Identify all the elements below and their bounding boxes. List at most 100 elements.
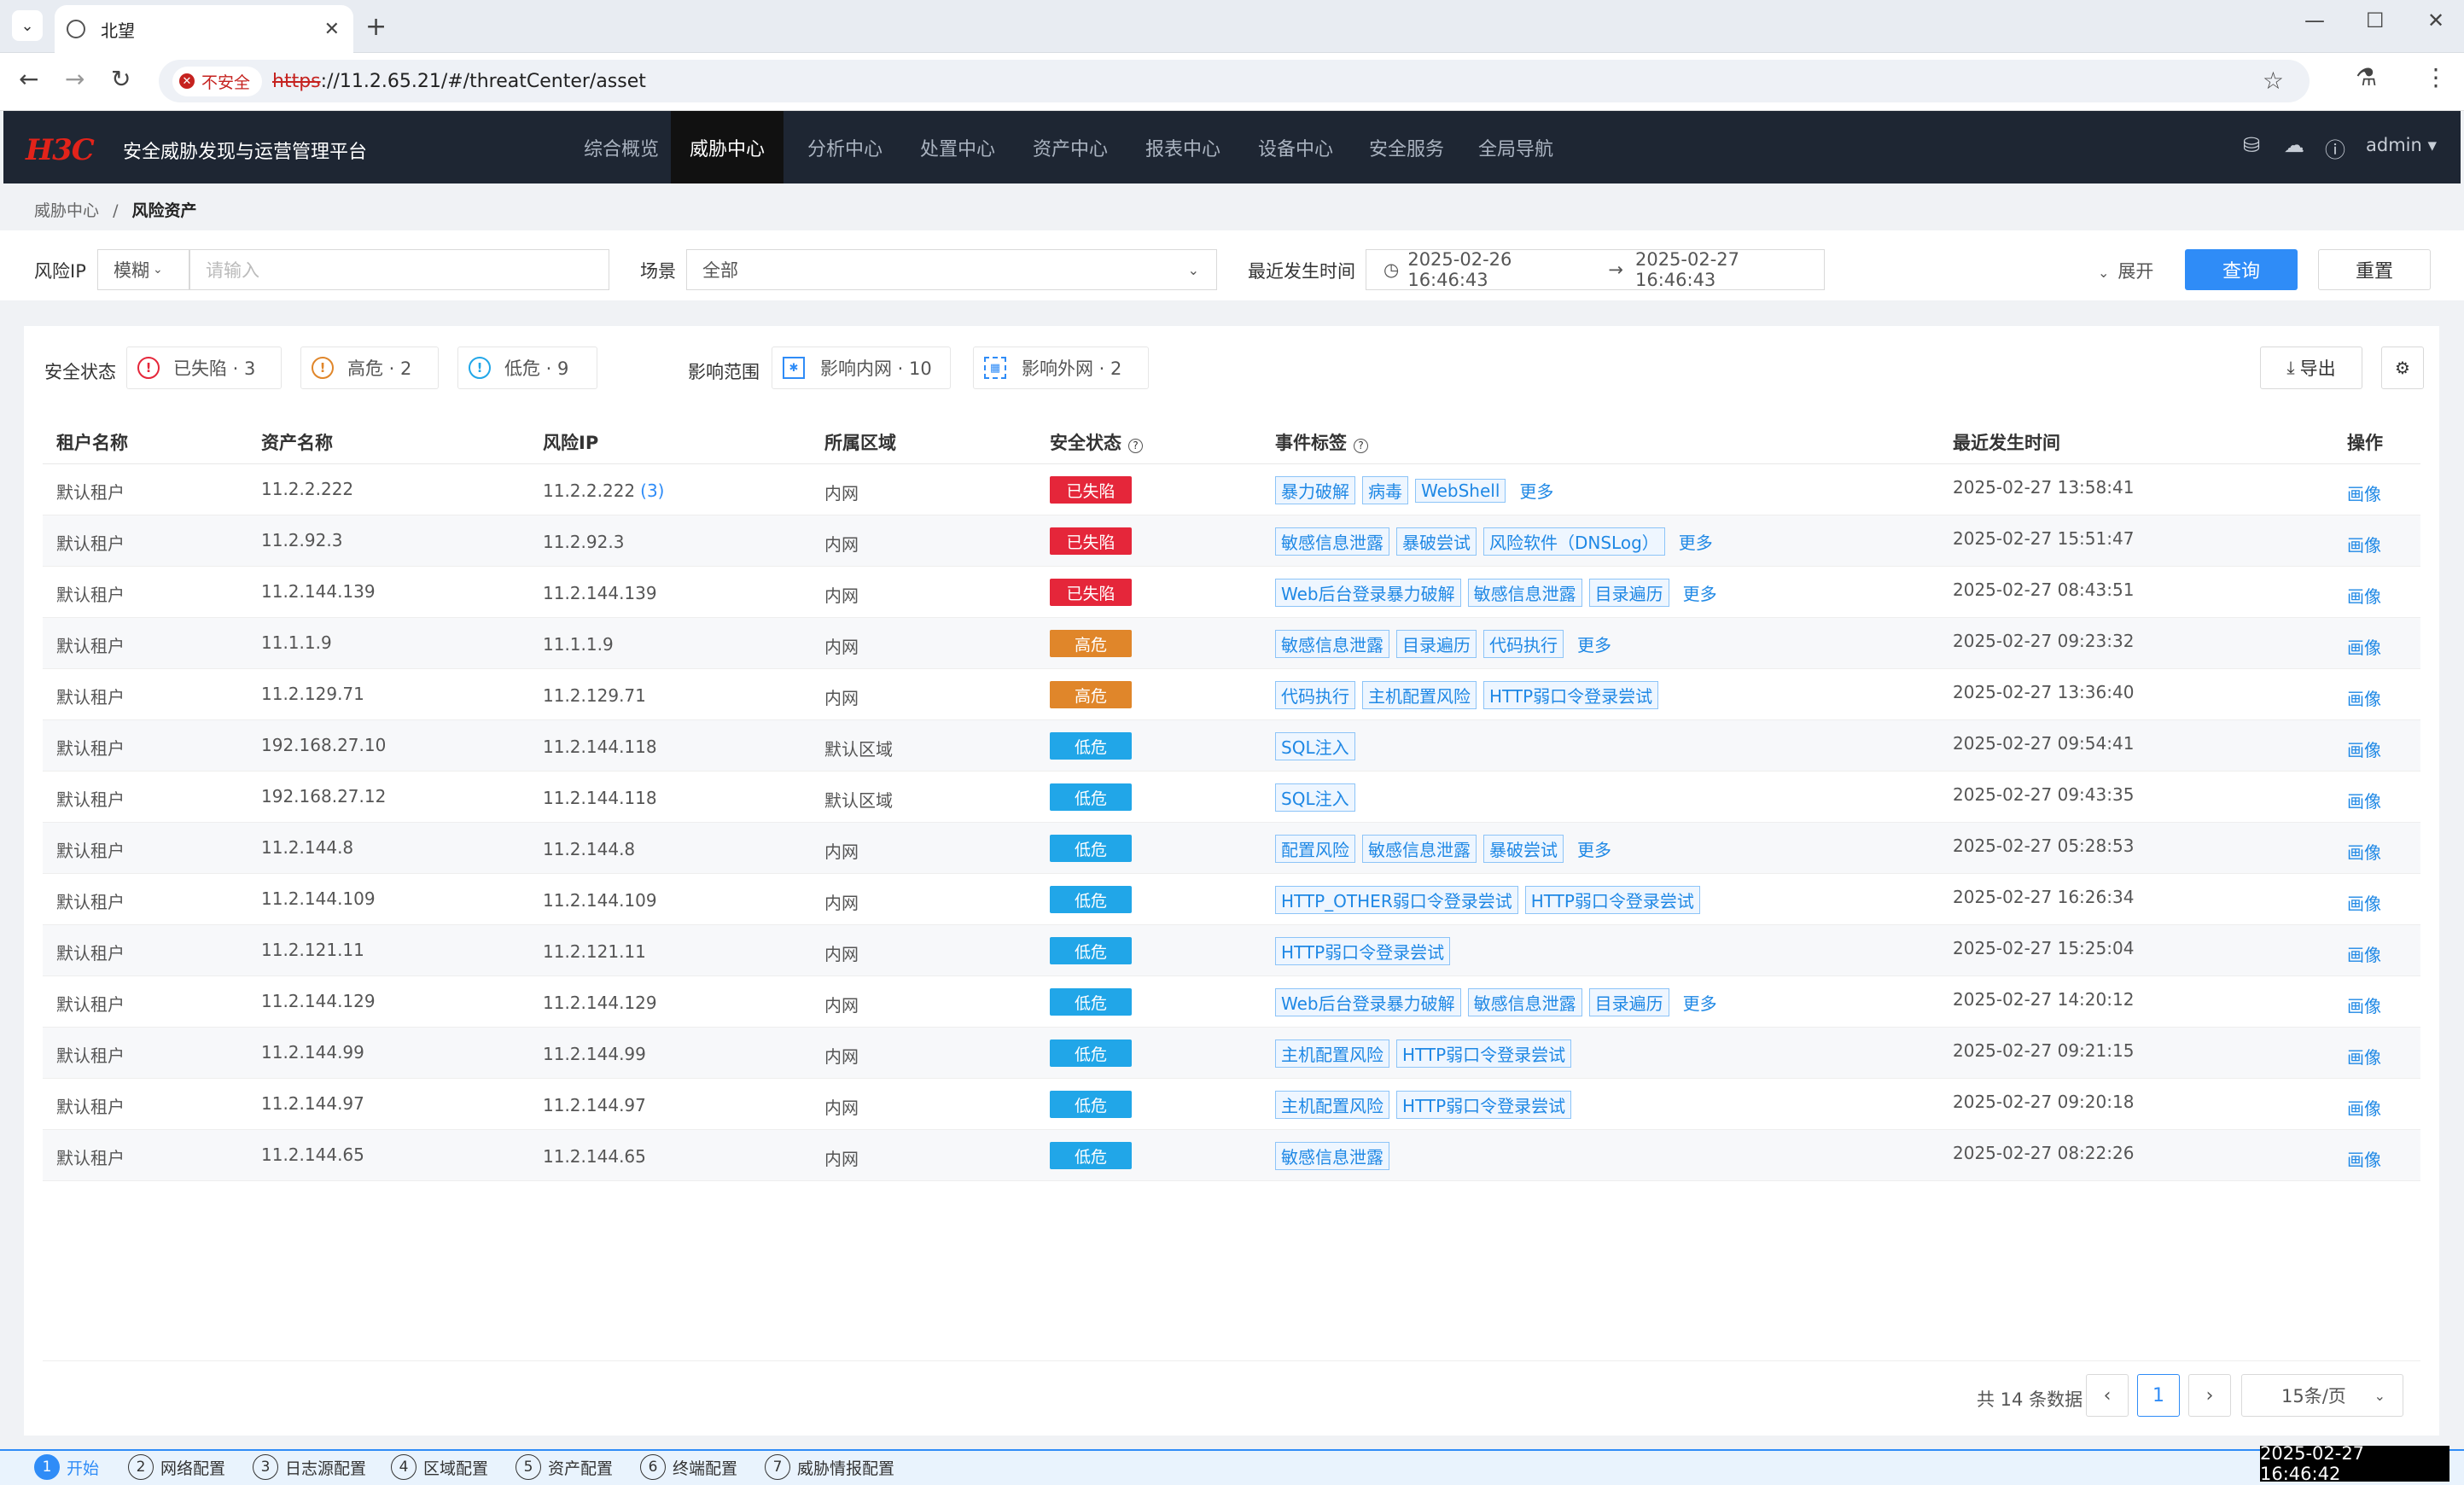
filter-chip-fallen[interactable]: ! 已失陷 · 3: [126, 346, 282, 389]
filter-chip-high[interactable]: ! 高危 · 2: [300, 346, 439, 389]
expand-toggle[interactable]: ⌄ 展开: [2098, 258, 2153, 283]
profile-link[interactable]: 画像: [2347, 839, 2381, 864]
menu-report-center[interactable]: 报表中心: [1127, 111, 1239, 183]
wizard-step[interactable]: 3 日志源配置: [253, 1454, 366, 1480]
help-circle-icon[interactable]: ⓘ: [2325, 133, 2345, 163]
labs-flask-icon[interactable]: ⚗: [2356, 63, 2377, 91]
minimize-icon[interactable]: —: [2304, 9, 2325, 32]
wizard-step[interactable]: 5 资产配置: [516, 1454, 613, 1480]
prev-page-icon[interactable]: ‹: [2086, 1374, 2129, 1417]
cloud-upload-icon[interactable]: ☁: [2284, 133, 2304, 157]
event-tag[interactable]: Web后台登录暴力破解: [1275, 579, 1461, 607]
wizard-step[interactable]: 4 区域配置: [391, 1454, 488, 1480]
event-tag[interactable]: HTTP弱口令登录尝试: [1483, 681, 1659, 709]
more-tags-link[interactable]: 更多: [1577, 632, 1611, 656]
menu-threat-center[interactable]: 威胁中心: [671, 111, 783, 183]
event-tag[interactable]: 风险软件（DNSLog）: [1483, 527, 1665, 556]
forward-arrow-icon[interactable]: →: [65, 65, 84, 93]
more-tags-link[interactable]: 更多: [1679, 529, 1713, 554]
tab-search-chevron-icon[interactable]: ⌄: [12, 10, 43, 41]
event-tag[interactable]: 主机配置风险: [1362, 681, 1477, 709]
event-tag[interactable]: 代码执行: [1275, 681, 1355, 709]
org-tree-icon[interactable]: ⛁: [2243, 133, 2260, 157]
wizard-step[interactable]: 2 网络配置: [128, 1454, 225, 1480]
not-secure-badge[interactable]: ✕ 不安全: [172, 66, 263, 96]
menu-global-nav[interactable]: 全局导航: [1461, 111, 1570, 183]
profile-link[interactable]: 画像: [2347, 890, 2381, 915]
event-tag[interactable]: 敏感信息泄露: [1275, 1142, 1389, 1170]
event-tag[interactable]: 主机配置风险: [1275, 1040, 1389, 1068]
event-tag[interactable]: SQL注入: [1275, 732, 1355, 760]
event-tag[interactable]: HTTP弱口令登录尝试: [1524, 886, 1700, 914]
profile-link[interactable]: 画像: [2347, 480, 2381, 505]
more-tags-link[interactable]: 更多: [1683, 580, 1717, 605]
profile-link[interactable]: 画像: [2347, 583, 2381, 608]
maximize-icon[interactable]: ☐: [2366, 9, 2385, 32]
event-tag[interactable]: 暴破尝试: [1396, 527, 1477, 556]
user-menu[interactable]: admin ▾: [2366, 135, 2437, 155]
event-tag[interactable]: WebShell: [1415, 478, 1506, 503]
wizard-step[interactable]: 6 终端配置: [640, 1454, 737, 1480]
breadcrumb-parent[interactable]: 威胁中心: [34, 201, 99, 220]
match-mode-select[interactable]: 模糊 ⌄: [97, 249, 189, 290]
question-help-icon[interactable]: ?: [1354, 439, 1368, 453]
time-range-picker[interactable]: ◷ 2025-02-26 16:46:43 → 2025-02-27 16:46…: [1366, 249, 1825, 290]
event-tag[interactable]: SQL注入: [1275, 783, 1355, 812]
query-button[interactable]: 查询: [2185, 249, 2298, 290]
event-tag[interactable]: 主机配置风险: [1275, 1091, 1389, 1119]
page-size-select[interactable]: 15条/页 ⌄: [2241, 1374, 2403, 1417]
reload-icon[interactable]: ↻: [111, 65, 131, 93]
event-tag[interactable]: HTTP弱口令登录尝试: [1396, 1040, 1572, 1068]
menu-device-center[interactable]: 设备中心: [1239, 111, 1352, 183]
browser-menu-icon[interactable]: ⋮: [2424, 63, 2448, 91]
event-tag[interactable]: HTTP弱口令登录尝试: [1396, 1091, 1572, 1119]
profile-link[interactable]: 画像: [2347, 788, 2381, 812]
event-tag[interactable]: 病毒: [1362, 476, 1408, 504]
event-tag[interactable]: HTTP_OTHER弱口令登录尝试: [1275, 886, 1518, 914]
menu-analysis-center[interactable]: 分析中心: [789, 111, 901, 183]
event-tag[interactable]: 敏感信息泄露: [1275, 527, 1389, 556]
risk-ip-count-link[interactable]: (3): [640, 480, 664, 501]
export-button[interactable]: ⤓ 导出: [2260, 346, 2362, 389]
back-arrow-icon[interactable]: ←: [19, 65, 38, 93]
profile-link[interactable]: 画像: [2347, 993, 2381, 1017]
profile-link[interactable]: 画像: [2347, 532, 2381, 556]
question-help-icon[interactable]: ?: [1128, 439, 1143, 453]
event-tag[interactable]: 敏感信息泄露: [1275, 630, 1389, 658]
bookmark-star-icon[interactable]: ☆: [2263, 67, 2284, 95]
profile-link[interactable]: 画像: [2347, 1146, 2381, 1171]
event-tag[interactable]: 目录遍历: [1396, 630, 1477, 658]
more-tags-link[interactable]: 更多: [1577, 836, 1611, 861]
new-tab-plus-icon[interactable]: +: [365, 12, 387, 42]
menu-asset-center[interactable]: 资产中心: [1014, 111, 1127, 183]
event-tag[interactable]: HTTP弱口令登录尝试: [1275, 937, 1451, 965]
risk-ip-input[interactable]: 请输入: [189, 249, 609, 290]
profile-link[interactable]: 画像: [2347, 941, 2381, 966]
wizard-step[interactable]: 1 开始: [34, 1454, 99, 1480]
next-page-icon[interactable]: ›: [2188, 1374, 2231, 1417]
more-tags-link[interactable]: 更多: [1683, 990, 1717, 1015]
filter-chip-intranet[interactable]: ✱ 影响内网 · 10: [772, 346, 951, 389]
event-tag[interactable]: 敏感信息泄露: [1362, 835, 1477, 863]
event-tag[interactable]: 暴破尝试: [1483, 835, 1564, 863]
page-current[interactable]: 1: [2137, 1374, 2180, 1417]
event-tag[interactable]: 目录遍历: [1588, 988, 1669, 1016]
event-tag[interactable]: 暴力破解: [1275, 476, 1355, 504]
profile-link[interactable]: 画像: [2347, 1044, 2381, 1069]
event-tag[interactable]: Web后台登录暴力破解: [1275, 988, 1461, 1016]
filter-chip-low[interactable]: ! 低危 · 9: [457, 346, 597, 389]
event-tag[interactable]: 敏感信息泄露: [1467, 988, 1582, 1016]
event-tag[interactable]: 代码执行: [1483, 630, 1564, 658]
profile-link[interactable]: 画像: [2347, 737, 2381, 761]
event-tag[interactable]: 配置风险: [1275, 835, 1355, 863]
event-tag[interactable]: 目录遍历: [1588, 579, 1669, 607]
reset-button[interactable]: 重置: [2318, 249, 2431, 290]
url-omnibox[interactable]: ✕ 不安全 https ://11.2.65.21/#/threatCenter…: [159, 60, 2310, 102]
window-close-icon[interactable]: ✕: [2427, 9, 2444, 32]
profile-link[interactable]: 画像: [2347, 685, 2381, 710]
menu-overview[interactable]: 综合概览: [567, 111, 676, 183]
wizard-step[interactable]: 7 威胁情报配置: [765, 1454, 894, 1480]
menu-security-service[interactable]: 安全服务: [1352, 111, 1461, 183]
scene-select[interactable]: 全部 ⌄: [686, 249, 1217, 290]
profile-link[interactable]: 画像: [2347, 1095, 2381, 1120]
